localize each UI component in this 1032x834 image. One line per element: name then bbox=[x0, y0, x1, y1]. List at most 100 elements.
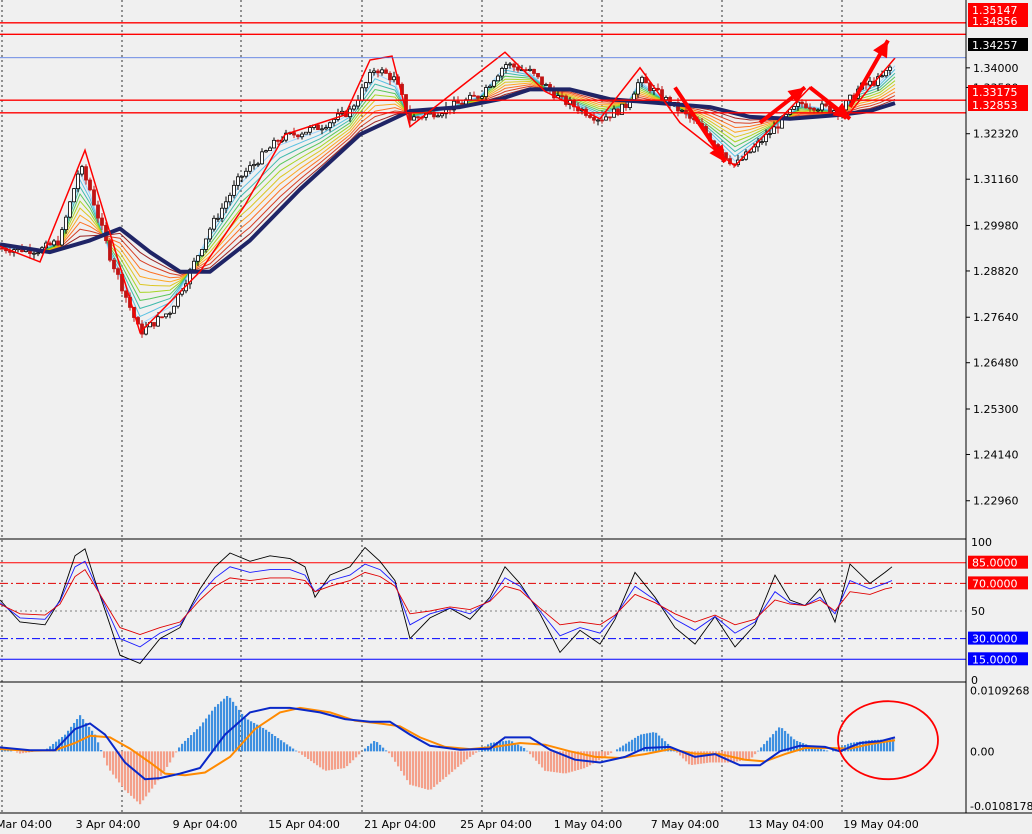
macd-histogram-bar bbox=[127, 751, 130, 794]
macd-histogram-bar bbox=[187, 737, 190, 752]
macd-histogram-bar bbox=[391, 751, 394, 758]
macd-histogram-bar bbox=[556, 751, 559, 773]
macd-histogram-bar bbox=[472, 751, 475, 755]
macd-histogram-bar bbox=[784, 730, 787, 752]
macd-histogram-bar bbox=[412, 751, 415, 786]
candle-body bbox=[604, 116, 608, 121]
candle-body bbox=[504, 64, 508, 69]
candle-body bbox=[804, 103, 808, 109]
candle-body bbox=[332, 119, 336, 124]
candle-body bbox=[204, 238, 208, 250]
candle-body bbox=[512, 63, 516, 68]
candle-body bbox=[508, 63, 512, 66]
candle-body bbox=[196, 255, 200, 262]
macd-histogram-bar bbox=[283, 742, 286, 752]
candle-body bbox=[328, 122, 332, 128]
macd-histogram-bar bbox=[235, 705, 238, 752]
price-tick-label: 1.22960 bbox=[973, 495, 1019, 508]
candle-body bbox=[36, 252, 40, 255]
candle-body bbox=[92, 189, 96, 206]
level-tag-label: 1.32853 bbox=[972, 99, 1018, 112]
macd-histogram-bar bbox=[175, 751, 178, 753]
candle-body bbox=[540, 76, 544, 86]
macd-histogram-bar bbox=[316, 751, 319, 766]
macd-histogram-bar bbox=[478, 750, 481, 752]
candle-body bbox=[252, 163, 256, 167]
macd-histogram-bar bbox=[826, 750, 829, 752]
macd-histogram-bar bbox=[589, 751, 592, 766]
candle-body bbox=[544, 84, 548, 86]
candle-body bbox=[532, 68, 536, 74]
trading-chart: 1.340001.335001.323201.311601.299801.288… bbox=[0, 0, 1032, 834]
macd-histogram-bar bbox=[565, 751, 568, 774]
candle-body bbox=[384, 69, 388, 74]
macd-histogram-bar bbox=[355, 751, 358, 758]
macd-histogram-bar bbox=[403, 751, 406, 776]
macd-histogram-bar bbox=[424, 751, 427, 789]
candle-body bbox=[812, 107, 816, 111]
macd-histogram-bar bbox=[802, 743, 805, 752]
macd-histogram-bar bbox=[103, 751, 106, 758]
candle-body bbox=[596, 119, 600, 122]
candle-body bbox=[68, 201, 72, 218]
time-tick-label: 9 Apr 04:00 bbox=[173, 818, 238, 831]
macd-histogram-bar bbox=[442, 751, 445, 780]
macd-histogram-bar bbox=[397, 751, 400, 767]
candle-body bbox=[388, 72, 392, 81]
macd-histogram-bar bbox=[289, 746, 292, 752]
candle-body bbox=[64, 216, 68, 231]
candle-body bbox=[316, 124, 320, 131]
candle-body bbox=[776, 126, 780, 129]
price-tick-label: 1.26480 bbox=[973, 357, 1019, 370]
macd-histogram-bar bbox=[520, 746, 523, 752]
candle-body bbox=[360, 87, 364, 101]
candle-body bbox=[84, 166, 88, 181]
macd-histogram-bar bbox=[604, 751, 607, 757]
macd-histogram-bar bbox=[298, 751, 301, 753]
candle-body bbox=[784, 113, 788, 118]
macd-histogram-bar bbox=[385, 750, 388, 752]
macd-histogram-bar bbox=[265, 729, 268, 752]
candle-body bbox=[212, 217, 216, 230]
macd-histogram-bar bbox=[97, 742, 100, 752]
candle-body bbox=[240, 175, 244, 178]
macd-histogram-bar bbox=[427, 751, 430, 790]
macd-histogram-bar bbox=[511, 741, 514, 752]
candle-body bbox=[236, 176, 240, 186]
candle-body bbox=[412, 116, 416, 121]
macd-histogram-bar bbox=[757, 750, 760, 752]
candle-body bbox=[356, 99, 360, 107]
macd-histogram-bar bbox=[346, 751, 349, 767]
candle-body bbox=[536, 73, 540, 78]
macd-histogram-bar bbox=[73, 722, 76, 752]
candle-body bbox=[640, 76, 644, 84]
macd-histogram-bar bbox=[517, 744, 520, 752]
macd-histogram-bar bbox=[364, 748, 367, 752]
candle-body bbox=[200, 249, 204, 257]
macd-tick-label: 0.00 bbox=[970, 745, 995, 758]
macd-histogram-bar bbox=[607, 751, 610, 756]
candle-body bbox=[476, 95, 480, 99]
candle-body bbox=[816, 109, 820, 112]
macd-histogram-bar bbox=[457, 751, 460, 767]
macd-histogram-bar bbox=[343, 751, 346, 769]
candle-body bbox=[168, 312, 172, 315]
candle-body bbox=[524, 69, 528, 71]
macd-histogram-bar bbox=[610, 751, 613, 754]
macd-histogram-bar bbox=[181, 743, 184, 752]
candle-body bbox=[72, 188, 76, 203]
macd-histogram-bar bbox=[523, 748, 526, 752]
macd-histogram-bar bbox=[115, 751, 118, 779]
macd-histogram-bar bbox=[550, 751, 553, 772]
macd-histogram-bar bbox=[367, 746, 370, 752]
candle-body bbox=[244, 170, 248, 177]
macd-histogram-bar bbox=[292, 748, 295, 752]
candle-body bbox=[760, 141, 764, 144]
candle-body bbox=[792, 106, 796, 110]
candle-body bbox=[484, 87, 488, 98]
macd-histogram-bar bbox=[124, 751, 127, 791]
candle-body bbox=[368, 72, 372, 84]
macd-histogram-bar bbox=[205, 718, 208, 752]
macd-histogram-bar bbox=[538, 751, 541, 765]
macd-histogram-bar bbox=[172, 751, 175, 758]
